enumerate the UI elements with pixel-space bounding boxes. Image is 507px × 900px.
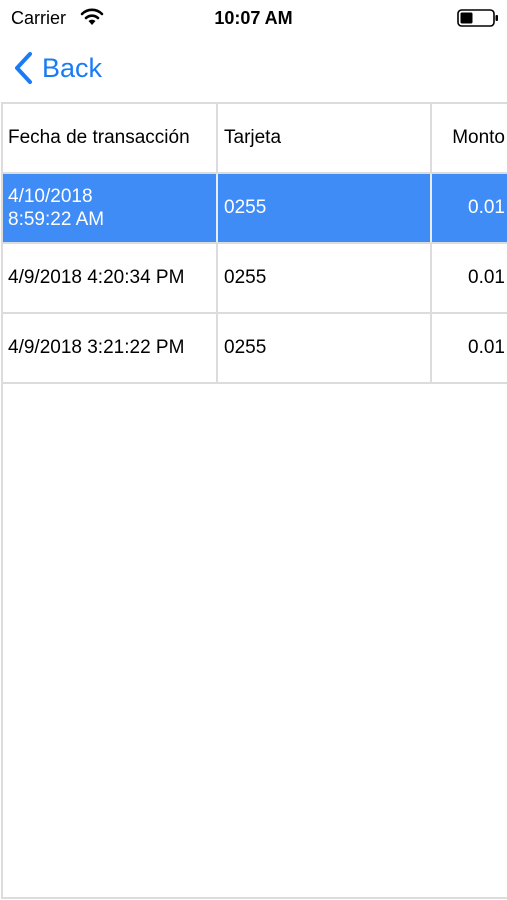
fecha-date: 4/10/2018 — [8, 186, 93, 207]
cell-fecha: 4/9/2018 4:20:34 PM — [8, 267, 185, 288]
battery-icon — [457, 9, 498, 27]
table-row[interactable]: 4/10/2018 8:59:22 AM 0255 0.01 — [3, 174, 507, 244]
clock-time: 10:07 AM — [214, 8, 293, 28]
back-label: Back — [42, 52, 103, 83]
cell-fecha: 4/10/2018 8:59:22 AM — [3, 174, 216, 242]
status-bar: Carrier 10:07 AM — [0, 0, 507, 36]
cell-monto: 0.01 — [430, 244, 507, 312]
table-header-row: Fecha de transacción Tarjeta Monto — [3, 104, 507, 174]
navigation-bar: Back — [0, 36, 507, 102]
transactions-screen: Carrier 10:07 AM Back Fecha de transacci… — [0, 0, 507, 900]
header-fecha: Fecha de transacción — [8, 127, 190, 148]
cell-monto: 0.01 — [430, 314, 507, 382]
cell-fecha: 4/9/2018 3:21:22 PM — [8, 337, 185, 358]
chevron-left-icon — [15, 52, 32, 84]
back-button[interactable]: Back — [12, 50, 102, 86]
cell-tarjeta: 0255 — [216, 314, 430, 382]
table-row[interactable]: 4/9/2018 3:21:22 PM 0255 0.01 — [3, 314, 507, 384]
header-monto: Monto — [430, 104, 507, 172]
cell-monto: 0.01 — [430, 174, 507, 242]
transactions-table: Fecha de transacción Tarjeta Monto 4/10/… — [1, 102, 507, 899]
table-row[interactable]: 4/9/2018 4:20:34 PM 0255 0.01 — [3, 244, 507, 314]
cell-tarjeta: 0255 — [216, 174, 430, 242]
cell-tarjeta: 0255 — [216, 244, 430, 312]
header-tarjeta: Tarjeta — [216, 104, 430, 172]
fecha-time: 8:59:22 AM — [8, 209, 105, 230]
